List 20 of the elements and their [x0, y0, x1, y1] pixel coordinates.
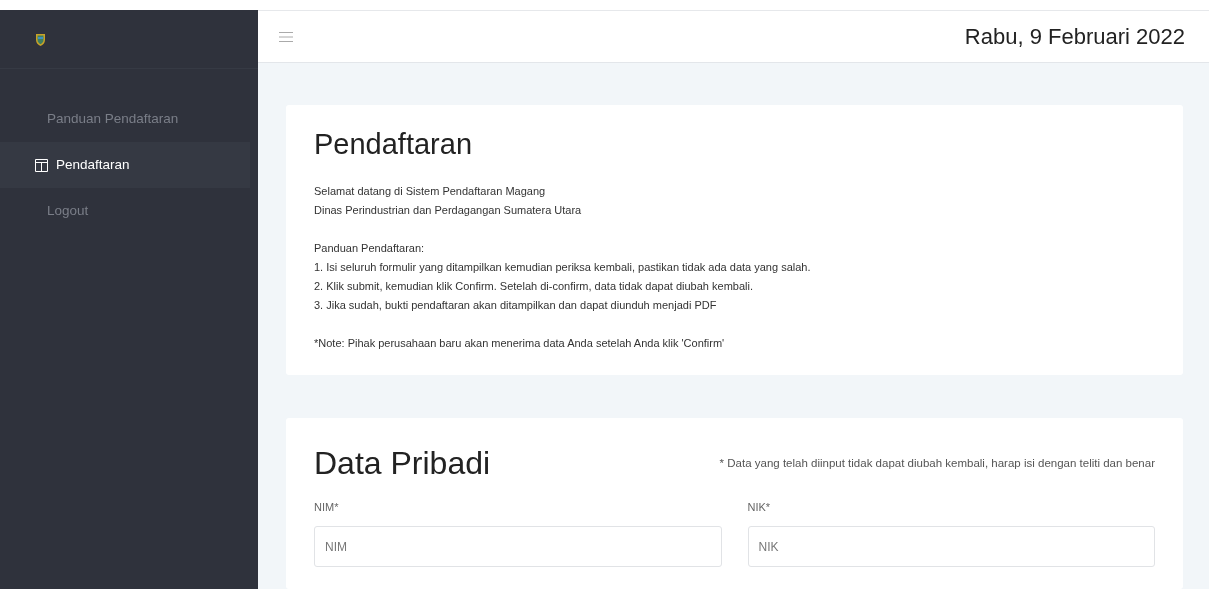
card-title: Data Pribadi — [314, 444, 491, 483]
menu-icon[interactable] — [279, 31, 293, 42]
sidebar-item[interactable]: Logout — [0, 188, 250, 234]
field-label: NIK* — [747, 499, 772, 515]
sidebar-item[interactable]: Pendaftaran — [0, 142, 250, 188]
input-field[interactable]: NIM — [314, 526, 722, 567]
text-line: 3. Jika sudah, bukti pendaftaran akan ditampilkan dan dapat diunduh menjadi PDF — [314, 298, 718, 314]
text-line: 2. Klik submit, kemudian klik Confirm. Setelah di-confirm, data tidak dapat diubah kembali. — [314, 279, 754, 295]
emblem-logo — [35, 32, 46, 46]
text-line: 1. Isi seluruh formulir yang ditampilkan kemudian periksa kembali, pastikan tidak ada data yang salah. — [314, 260, 812, 276]
field-label: NIM* — [314, 499, 340, 515]
notice-text: * Data yang telah diinput tidak dapat diubah kembali, harap isi dengan teliti dan benar — [719, 455, 1155, 471]
text-line: Selamat datang di Sistem Pendaftaran Magang — [314, 184, 547, 200]
sidebar-item[interactable]: Panduan Pendaftaran — [0, 96, 250, 142]
date-text: Rabu, 9 Februari 2022 — [964, 23, 1185, 52]
text-line: Dinas Perindustrian dan Perdagangan Sumatera Utara — [314, 203, 583, 219]
text-line: Panduan Pendaftaran: — [314, 241, 426, 257]
text-line: *Note: Pihak perusahaan baru akan menerima data Anda setelah Anda klik 'Confirm' — [314, 336, 726, 352]
card-title: Pendaftaran — [314, 127, 473, 163]
input-field[interactable]: NIK — [747, 526, 1155, 567]
